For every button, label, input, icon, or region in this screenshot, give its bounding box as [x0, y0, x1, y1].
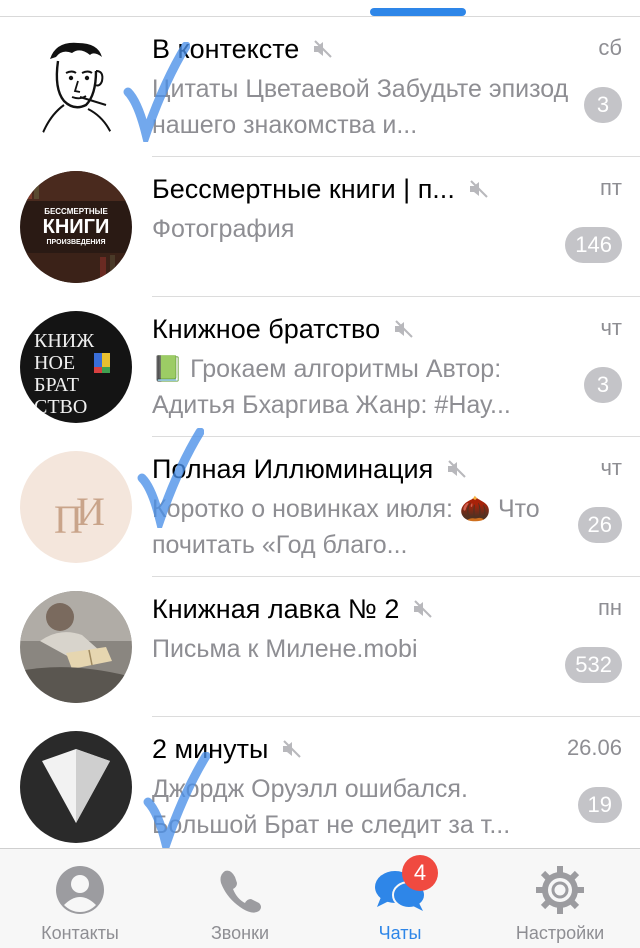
chat-preview: Джордж Оруэлл ошибался. Большой Брат не … [152, 775, 511, 839]
svg-text:ПРОИЗВЕДЕНИЯ: ПРОИЗВЕДЕНИЯ [47, 239, 106, 246]
chat-row-knizhnoe-bratstvo[interactable]: КНИЖ НОЕ БРАТ СТВО Книжное братство чт 📗… [0, 297, 640, 437]
chat-row-bessmertnye-knigi[interactable]: БЕССМЕРТНЫЕ КНИГИ ПРОИЗВЕДЕНИЯ Бессмертн… [0, 157, 640, 297]
muted-speaker-icon [392, 317, 416, 341]
chats-notification-badge: 4 [402, 855, 438, 891]
avatar-book-brotherhood-logo: КНИЖ НОЕ БРАТ СТВО [20, 311, 132, 423]
tab-chats[interactable]: Чаты [320, 849, 480, 948]
svg-text:КНИГИ: КНИГИ [43, 216, 110, 238]
svg-text:БРАТ: БРАТ [34, 374, 79, 396]
chat-list[interactable]: В контексте сб Цитаты Цветаевой Забудьте… [0, 17, 640, 848]
chat-preview: Письма к Милене.mobi [152, 635, 418, 663]
chat-date: 26.06 [566, 735, 622, 760]
unread-count-badge: 532 [565, 647, 622, 683]
avatar-paper-triangle-logo [20, 731, 132, 843]
chat-title: Книжное братство [152, 311, 416, 347]
avatar-reading-person-photo [20, 591, 132, 703]
muted-speaker-icon [280, 737, 304, 761]
unread-count-badge: 146 [565, 227, 622, 263]
chat-title: Книжная лавка № 2 [152, 591, 435, 627]
chat-date: чт [600, 455, 622, 480]
muted-speaker-icon [467, 177, 491, 201]
gear-icon [533, 863, 587, 917]
muted-speaker-icon [311, 37, 335, 61]
tab-calls[interactable]: Звонки [160, 849, 320, 948]
unread-count-badge: 3 [584, 367, 622, 403]
unread-count-badge: 26 [577, 507, 622, 543]
chat-date: пт [600, 175, 622, 200]
phone-icon [213, 863, 267, 917]
tab-contacts[interactable]: Контакты [0, 849, 160, 948]
scroll-indicator [370, 8, 466, 16]
chat-title: Полная Иллюминация [152, 451, 469, 487]
svg-text:СТВО: СТВО [34, 396, 87, 418]
unread-count-badge: 3 [584, 87, 622, 123]
tab-bar: Контакты Звонки Чаты Настройки [0, 848, 640, 948]
chat-preview: Цитаты Цветаевой Забудьте эпизод нашего … [152, 75, 569, 139]
chat-date: сб [598, 35, 622, 60]
chat-date: чт [600, 315, 622, 340]
chat-preview: Коротко о новинках июля: 🌰 Что почитать … [152, 495, 540, 559]
chat-title: Бессмертные книги | п... [152, 171, 491, 207]
avatar-sketch-face [20, 31, 132, 143]
chat-date: пн [597, 595, 622, 620]
muted-speaker-icon [411, 597, 435, 621]
chat-row-2-minuty[interactable]: 2 минуты 26.06 Джордж Оруэлл ошибался. Б… [0, 717, 640, 848]
chat-preview: Фотография [152, 215, 295, 243]
chat-row-v-kontekste[interactable]: В контексте сб Цитаты Цветаевой Забудьте… [0, 17, 640, 157]
avatar-immortal-books-logo: БЕССМЕРТНЫЕ КНИГИ ПРОИЗВЕДЕНИЯ [20, 171, 132, 283]
chat-preview: 📗 Грокаем алгоритмы Автор: Адитья Бхарги… [152, 355, 511, 419]
svg-text:И: И [76, 489, 105, 534]
chat-title: В контексте [152, 31, 335, 67]
chat-title: 2 минуты [152, 731, 304, 767]
tab-settings[interactable]: Настройки [480, 849, 640, 948]
svg-text:БЕССМЕРТНЫЕ: БЕССМЕРТНЫЕ [44, 207, 108, 216]
chat-row-polnaya-illyuminatsiya[interactable]: П И Полная Иллюминация чт Коротко о нови… [0, 437, 640, 577]
avatar-illumination-logo: П И [20, 451, 132, 563]
svg-text:КНИЖ: КНИЖ [34, 330, 94, 352]
svg-text:НОЕ: НОЕ [34, 352, 75, 374]
chat-row-knizhnaya-lavka[interactable]: Книжная лавка № 2 пн Письма к Милене.mob… [0, 577, 640, 717]
unread-count-badge: 19 [577, 787, 622, 823]
person-icon [53, 863, 107, 917]
muted-speaker-icon [445, 457, 469, 481]
